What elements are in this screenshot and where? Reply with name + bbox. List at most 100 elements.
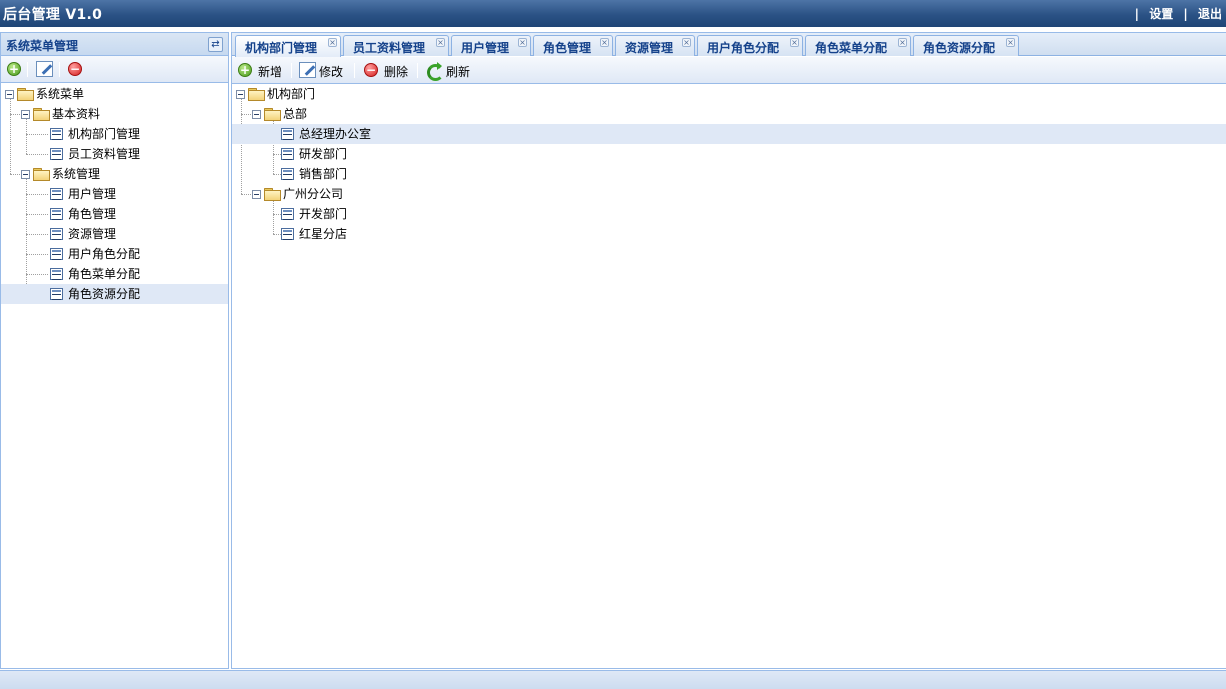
page-icon	[50, 128, 63, 140]
add-button[interactable]: + 新增	[238, 57, 288, 84]
tab-user-role-assign[interactable]: 用户角色分配 ×	[697, 35, 803, 56]
tree-node-item[interactable]: 机构部门管理	[1, 124, 228, 144]
toolbar-divider	[27, 62, 28, 77]
close-icon[interactable]: ×	[1006, 38, 1015, 47]
collapse-toggle-icon[interactable]	[21, 170, 30, 179]
dept-node-group[interactable]: 广州分公司	[232, 184, 1226, 204]
dept-tree: 机构部门 总部 总经理办公室 研发部门 销售部门 广州分公司 开发部门 红星分店	[232, 84, 1226, 664]
tree-node-label: 角色菜单分配	[68, 267, 141, 281]
tab-label: 角色菜单分配	[815, 41, 888, 55]
refresh-button[interactable]: 刷新	[426, 57, 476, 84]
toolbar-divider	[291, 63, 292, 78]
tree-node-label: 角色管理	[68, 207, 117, 221]
close-icon[interactable]: ×	[790, 38, 799, 47]
logout-link[interactable]: 退出	[1198, 7, 1222, 21]
page-icon	[50, 148, 63, 160]
edit-button[interactable]: 修改	[299, 57, 349, 84]
app-header: 后台管理 V1.0 | 设置 | 退出	[0, 0, 1226, 27]
folder-icon	[248, 88, 265, 101]
dept-node-item[interactable]: 销售部门	[232, 164, 1226, 184]
tree-node-label: 开发部门	[299, 207, 348, 221]
tree-node-item[interactable]: 角色管理	[1, 204, 228, 224]
tree-node-label: 总部	[283, 107, 308, 121]
close-icon[interactable]: ×	[898, 38, 907, 47]
tree-node-label: 基本资料	[52, 107, 101, 121]
close-icon[interactable]: ×	[328, 38, 337, 47]
delete-icon[interactable]: −	[68, 62, 82, 76]
tree-node-label: 用户角色分配	[68, 247, 141, 261]
dept-node-item[interactable]: 研发部门	[232, 144, 1226, 164]
status-bar	[0, 670, 1226, 689]
tree-node-label: 系统管理	[52, 167, 101, 181]
tab-label: 角色资源分配	[923, 41, 996, 55]
tab-label: 员工资料管理	[353, 41, 426, 55]
tree-node-group[interactable]: 基本资料	[1, 104, 228, 124]
tab-employee-management[interactable]: 员工资料管理 ×	[343, 35, 449, 56]
dept-toolbar: + 新增 修改 − 删除 刷新	[232, 57, 1226, 84]
page-icon	[50, 188, 63, 200]
dept-node-item-selected[interactable]: 总经理办公室	[232, 124, 1226, 144]
dept-node-root[interactable]: 机构部门	[232, 84, 1226, 104]
tab-dept-management[interactable]: 机构部门管理 ×	[235, 35, 341, 57]
page-icon	[50, 228, 63, 240]
tab-user-management[interactable]: 用户管理 ×	[451, 35, 531, 56]
edit-button-label: 修改	[319, 65, 344, 79]
menu-panel-title: 系统菜单管理	[6, 39, 79, 53]
tab-role-management[interactable]: 角色管理 ×	[533, 35, 613, 56]
collapse-toggle-icon[interactable]	[5, 90, 14, 99]
page-icon	[281, 148, 294, 160]
edit-icon[interactable]	[36, 61, 53, 77]
tab-label: 资源管理	[625, 41, 674, 55]
toolbar-divider	[59, 62, 60, 77]
tree-node-item[interactable]: 资源管理	[1, 224, 228, 244]
tab-resource-management[interactable]: 资源管理 ×	[615, 35, 695, 56]
menu-panel-header: 系统菜单管理 ⇄	[1, 33, 228, 56]
dept-node-item[interactable]: 开发部门	[232, 204, 1226, 224]
tree-node-label: 红星分店	[299, 227, 348, 241]
tree-node-item[interactable]: 角色菜单分配	[1, 264, 228, 284]
folder-icon	[33, 108, 50, 121]
menu-tree: 系统菜单 基本资料 机构部门管理 员工资料管理 系统管理 用户管理 角色管理 资…	[1, 84, 228, 664]
delete-button[interactable]: − 删除	[364, 57, 414, 84]
toolbar-divider	[417, 63, 418, 78]
dept-node-item[interactable]: 红星分店	[232, 224, 1226, 244]
tree-node-item-selected[interactable]: 角色资源分配	[1, 284, 228, 304]
header-separator: |	[1134, 7, 1140, 21]
collapse-toggle-icon[interactable]	[236, 90, 245, 99]
menu-panel: 系统菜单管理 ⇄ + − 系统菜单 基本资料 机构部门管理 员工资料管理 系统管…	[0, 32, 229, 669]
tab-label: 机构部门管理	[245, 41, 318, 55]
page-icon	[50, 268, 63, 280]
folder-icon	[33, 168, 50, 181]
collapse-toggle-icon[interactable]	[252, 110, 261, 119]
tab-strip: 机构部门管理 × 员工资料管理 × 用户管理 × 角色管理 × 资源管理 × 用…	[232, 33, 1226, 57]
tree-node-item[interactable]: 用户管理	[1, 184, 228, 204]
close-icon[interactable]: ×	[436, 38, 445, 47]
tree-node-label: 销售部门	[299, 167, 348, 181]
collapse-icon[interactable]: ⇄	[208, 37, 223, 52]
page-icon	[281, 208, 294, 220]
close-icon[interactable]: ×	[518, 38, 527, 47]
tree-node-label: 机构部门管理	[68, 127, 141, 141]
dept-node-group[interactable]: 总部	[232, 104, 1226, 124]
tab-role-menu-assign[interactable]: 角色菜单分配 ×	[805, 35, 911, 56]
delete-button-label: 删除	[384, 65, 409, 79]
tab-role-resource-assign[interactable]: 角色资源分配 ×	[913, 35, 1019, 56]
page-icon	[50, 208, 63, 220]
tree-node-group[interactable]: 系统管理	[1, 164, 228, 184]
tree-node-label: 广州分公司	[283, 187, 344, 201]
edit-icon	[299, 62, 316, 78]
collapse-toggle-icon[interactable]	[21, 110, 30, 119]
add-icon: +	[238, 63, 252, 77]
close-icon[interactable]: ×	[682, 38, 691, 47]
add-icon[interactable]: +	[7, 62, 21, 76]
settings-link[interactable]: 设置	[1149, 7, 1173, 21]
collapse-toggle-icon[interactable]	[252, 190, 261, 199]
tree-node-root[interactable]: 系统菜单	[1, 84, 228, 104]
page-icon	[50, 288, 63, 300]
tree-node-item[interactable]: 用户角色分配	[1, 244, 228, 264]
page-icon	[281, 228, 294, 240]
close-icon[interactable]: ×	[600, 38, 609, 47]
delete-icon: −	[364, 63, 378, 77]
tree-node-item[interactable]: 员工资料管理	[1, 144, 228, 164]
header-separator: |	[1183, 7, 1188, 21]
